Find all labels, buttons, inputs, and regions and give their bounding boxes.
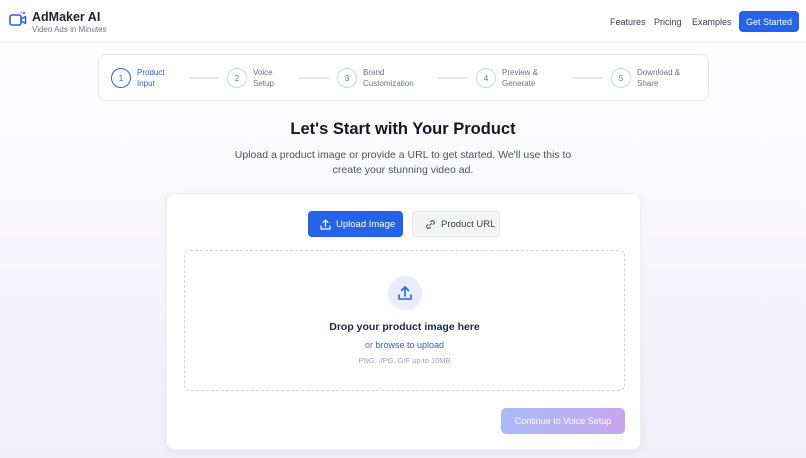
step-5-label: Download & Share — [637, 68, 707, 89]
step-2-label-line2: Setup — [253, 78, 274, 88]
upload-icon-circle — [388, 276, 422, 310]
step-3-label-line1: Brand — [363, 68, 385, 77]
step-connector — [299, 77, 329, 79]
dropzone-or-text: or — [364, 340, 373, 350]
step-4-label: Preview & Generate — [502, 68, 572, 89]
step-4-label-line1: Preview & — [502, 68, 539, 77]
step-connector — [438, 77, 468, 79]
browse-upload-link[interactable]: browse to upload — [375, 340, 444, 350]
video-camera-icon[interactable] — [9, 11, 27, 27]
step-1-circle: 1 — [111, 68, 131, 88]
upload-image-tab[interactable]: Upload Image — [308, 211, 403, 237]
dropzone-hint: PNG, JPG, GIF up to 10MB — [358, 356, 451, 365]
link-icon — [426, 219, 435, 229]
step-5-label-line1: Download & — [637, 68, 681, 77]
upload-icon — [320, 218, 331, 230]
step-1-label-line2: Input — [137, 78, 155, 88]
page-subtitle: Upload a product image or provide a URL … — [234, 149, 572, 176]
step-connector — [572, 77, 603, 79]
brand-name[interactable]: AdMaker AI — [32, 10, 100, 24]
nav-pricing[interactable]: Pricing — [654, 17, 682, 27]
step-3-circle: 3 — [337, 68, 357, 88]
step-4-label-line2: Generate — [502, 78, 536, 88]
progress-stepper: 1 Product Input 2 Voice Setup 3 Brand Cu… — [98, 54, 709, 101]
brand-tagline: Video Ads in Minutes — [32, 25, 107, 34]
continue-button[interactable]: Continue to Voice Setup — [501, 408, 625, 434]
step-connector — [189, 77, 219, 79]
top-navbar: AdMaker AI Video Ads in Minutes Features… — [0, 0, 806, 43]
dropzone-title: Drop your product image here — [329, 321, 480, 333]
step-5-circle: 5 — [611, 68, 631, 88]
step-3-label: Brand Customization — [363, 68, 433, 89]
nav-examples[interactable]: Examples — [692, 17, 732, 27]
get-started-button[interactable]: Get Started — [739, 11, 799, 32]
page-title: Let's Start with Your Product — [290, 120, 516, 138]
step-3-label-line2: Customization — [363, 78, 414, 88]
product-url-tab-label: Product URL — [441, 218, 496, 230]
step-4-circle: 4 — [476, 68, 496, 88]
step-5-label-line2: Share — [637, 78, 659, 88]
product-input-card: Upload Image Product URL Drop your produ… — [166, 193, 641, 450]
nav-features[interactable]: Features — [610, 17, 646, 27]
product-url-tab[interactable]: Product URL — [412, 211, 500, 237]
upload-image-tab-label: Upload Image — [336, 218, 396, 230]
upload-icon — [398, 286, 412, 300]
step-2-circle: 2 — [227, 68, 247, 88]
dropzone-or-line: or browse to upload — [185, 340, 624, 350]
image-dropzone[interactable]: Drop your product image here or browse t… — [184, 250, 625, 391]
